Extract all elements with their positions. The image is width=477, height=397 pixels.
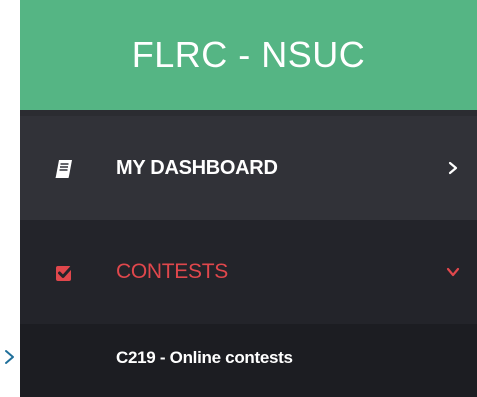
- brand-title: FLRC - NSUC: [131, 34, 366, 75]
- sidebar-item-label: CONTESTS: [116, 260, 228, 283]
- chevron-down-icon: [445, 264, 461, 280]
- sidebar-item-my-dashboard[interactable]: MY DASHBOARD: [20, 110, 477, 220]
- sidebar-item-label: MY DASHBOARD: [116, 156, 278, 179]
- submenu-item-online-contests[interactable]: C219 - Online contests: [116, 348, 293, 368]
- brand-header[interactable]: FLRC - NSUC: [20, 0, 477, 110]
- chevron-right-icon: [445, 160, 461, 176]
- page: FLRC - NSUC MY DASHBOARD CONTESTS C219 -…: [0, 0, 477, 397]
- sidebar: FLRC - NSUC MY DASHBOARD CONTESTS C219 -…: [20, 0, 477, 397]
- sidebar-item-contests[interactable]: CONTESTS: [20, 220, 477, 324]
- book-icon: [54, 157, 76, 179]
- submenu-contests: C219 - Online contests: [20, 324, 477, 397]
- chevron-right-icon: [5, 350, 14, 364]
- checkbox-checked-icon: [54, 261, 76, 283]
